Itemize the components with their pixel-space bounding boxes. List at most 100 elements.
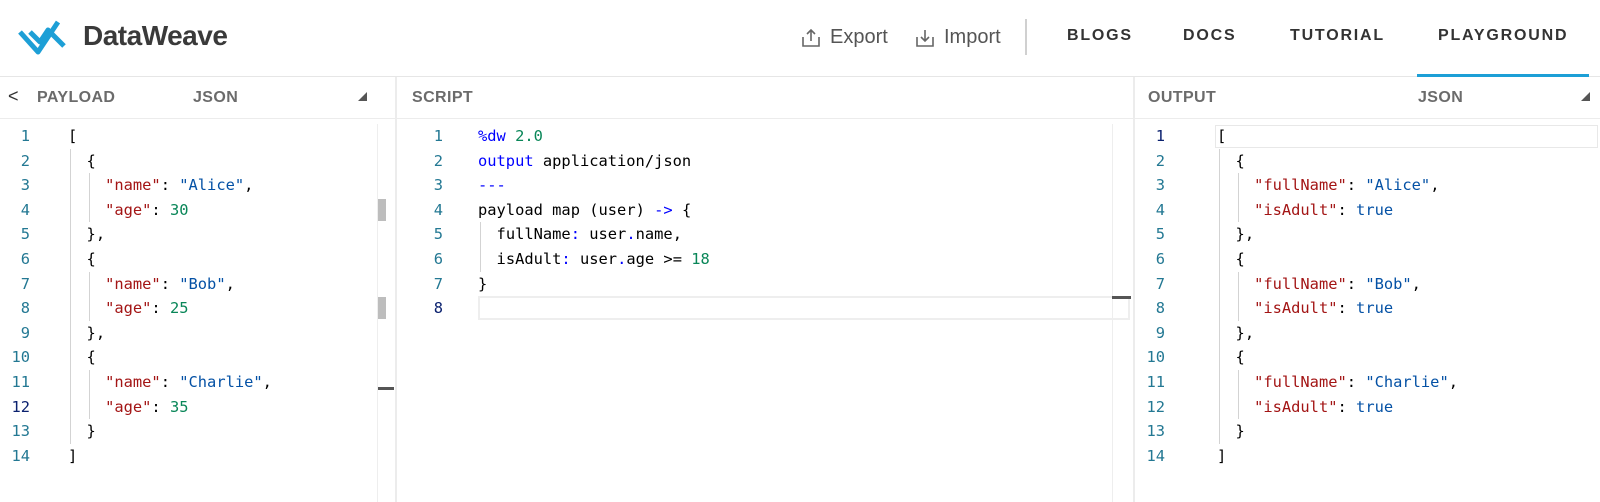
code-line: ] [1217, 446, 1227, 465]
indent-guide [1219, 247, 1220, 272]
indent-guide [70, 148, 71, 174]
indent-guide [70, 320, 71, 346]
code-line: }, [86, 323, 106, 342]
output-format-dropdown-icon[interactable] [1581, 92, 1590, 101]
output-current-line-highlight [1215, 125, 1598, 148]
line-number: 7 [1155, 274, 1165, 293]
code-line: { [1235, 348, 1245, 367]
code-line: "age": 35 [105, 397, 189, 416]
current-line-highlight [478, 296, 1130, 320]
code-line: { [1235, 151, 1245, 170]
indent-guide [88, 296, 90, 321]
line-number: 13 [1146, 422, 1165, 441]
script-title: SCRIPT [412, 89, 474, 106]
indent-guide [1237, 296, 1239, 321]
output-title: OUTPUT [1148, 89, 1217, 106]
code-line: "age": 30 [105, 200, 189, 219]
dataweave-logo-icon[interactable] [18, 18, 68, 58]
code-line: { [86, 250, 96, 268]
line-number: 14 [11, 446, 30, 465]
code-line: output application/json [478, 151, 692, 170]
line-number: 9 [1155, 323, 1165, 342]
code-line: "name": "Alice", [105, 176, 254, 195]
line-number: 6 [20, 250, 30, 268]
line-number: 4 [20, 200, 30, 219]
brand-name[interactable]: DataWeave [83, 20, 228, 52]
code-line: payload map (user) -> { [478, 200, 692, 219]
line-number: 2 [433, 151, 443, 170]
line-number: 1 [433, 127, 443, 145]
code-line: ] [68, 446, 78, 465]
export-label: Export [830, 26, 888, 48]
indent-guide [88, 370, 90, 395]
script-panel: SCRIPT 1 %dw 2.0 2 output application/json 3… [397, 77, 1133, 502]
code-line: "isAdult": true [1254, 397, 1394, 416]
code-line: "isAdult": true [1254, 299, 1394, 318]
code-line: %dw 2.0 [478, 127, 543, 145]
code-line: "fullName": "Charlie", [1254, 373, 1458, 391]
payload-scroll-marker [377, 297, 386, 319]
export-button[interactable]: Export [800, 26, 888, 49]
script-scrollbar-track[interactable] [1112, 124, 1113, 502]
indent-guide [1237, 271, 1239, 297]
indent-guide [1219, 173, 1220, 198]
line-number: 5 [20, 225, 30, 244]
code-line: { [86, 151, 96, 170]
indent-guide [70, 271, 71, 297]
indent-guide [1219, 320, 1220, 346]
code-line: }, [1235, 323, 1255, 342]
nav-docs[interactable]: DOCS [1183, 27, 1236, 45]
code-line: }, [86, 225, 106, 244]
code-line: "name": "Bob", [105, 274, 235, 293]
code-line: } [86, 422, 96, 441]
line-number: 10 [1146, 348, 1165, 367]
line-number: 8 [433, 299, 443, 318]
code-line: "age": 25 [105, 299, 189, 318]
indent-guide [88, 197, 90, 223]
line-number: 2 [20, 151, 30, 170]
indent-guide [1219, 394, 1220, 420]
indent-guide [1219, 197, 1220, 223]
script-panel-header: SCRIPT [397, 77, 1133, 119]
payload-editor[interactable]: 1[2 {3 "name": "Alice", 4 "age": 30 5 }, 6 … [0, 124, 395, 494]
code-line: } [1235, 422, 1245, 441]
code-line: } [478, 274, 488, 293]
line-number: 6 [1155, 250, 1165, 268]
line-number: 4 [1155, 200, 1165, 219]
line-number: 4 [433, 200, 443, 219]
code-line: [ [68, 127, 78, 145]
line-number: 6 [433, 250, 443, 268]
indent-guide [70, 197, 71, 223]
indent-guide [70, 296, 71, 321]
code-line: }, [1235, 225, 1255, 244]
indent-guide [480, 247, 481, 272]
payload-panel-header: < PAYLOAD JSON [0, 77, 395, 119]
indent-guide [1219, 222, 1220, 247]
import-button[interactable]: Import [914, 26, 1001, 49]
line-number: 3 [433, 176, 443, 195]
indent-guide [1219, 345, 1220, 370]
indent-guide [1219, 148, 1220, 174]
indent-guide [480, 222, 481, 247]
collapse-payload-button[interactable]: < [8, 86, 19, 107]
line-number: 9 [20, 323, 30, 342]
nav-blogs[interactable]: BLOGS [1067, 27, 1133, 45]
payload-format-select[interactable]: JSON [193, 89, 238, 107]
import-icon [916, 29, 934, 47]
indent-guide [1237, 394, 1239, 420]
code-line: isAdult: user.age >= 18 [496, 250, 710, 268]
indent-guide [70, 247, 71, 272]
nav-tutorial[interactable]: TUTORIAL [1290, 27, 1385, 45]
output-format-select[interactable]: JSON [1418, 89, 1463, 107]
indent-guide [1237, 370, 1239, 395]
payload-format-dropdown-icon[interactable] [358, 92, 367, 101]
line-number: 11 [11, 373, 30, 391]
indent-guide [88, 394, 90, 420]
indent-guide [1219, 419, 1220, 444]
indent-guide [1219, 370, 1220, 395]
output-viewer[interactable]: 1[2 {3 "fullName": "Alice", 4 "isAdult": … [1135, 124, 1600, 494]
code-line: "name": "Charlie", [105, 373, 272, 391]
payload-scrollbar-track[interactable] [377, 124, 378, 502]
nav-playground[interactable]: PLAYGROUND [1438, 27, 1568, 45]
code-line: "fullName": "Alice", [1254, 176, 1440, 195]
